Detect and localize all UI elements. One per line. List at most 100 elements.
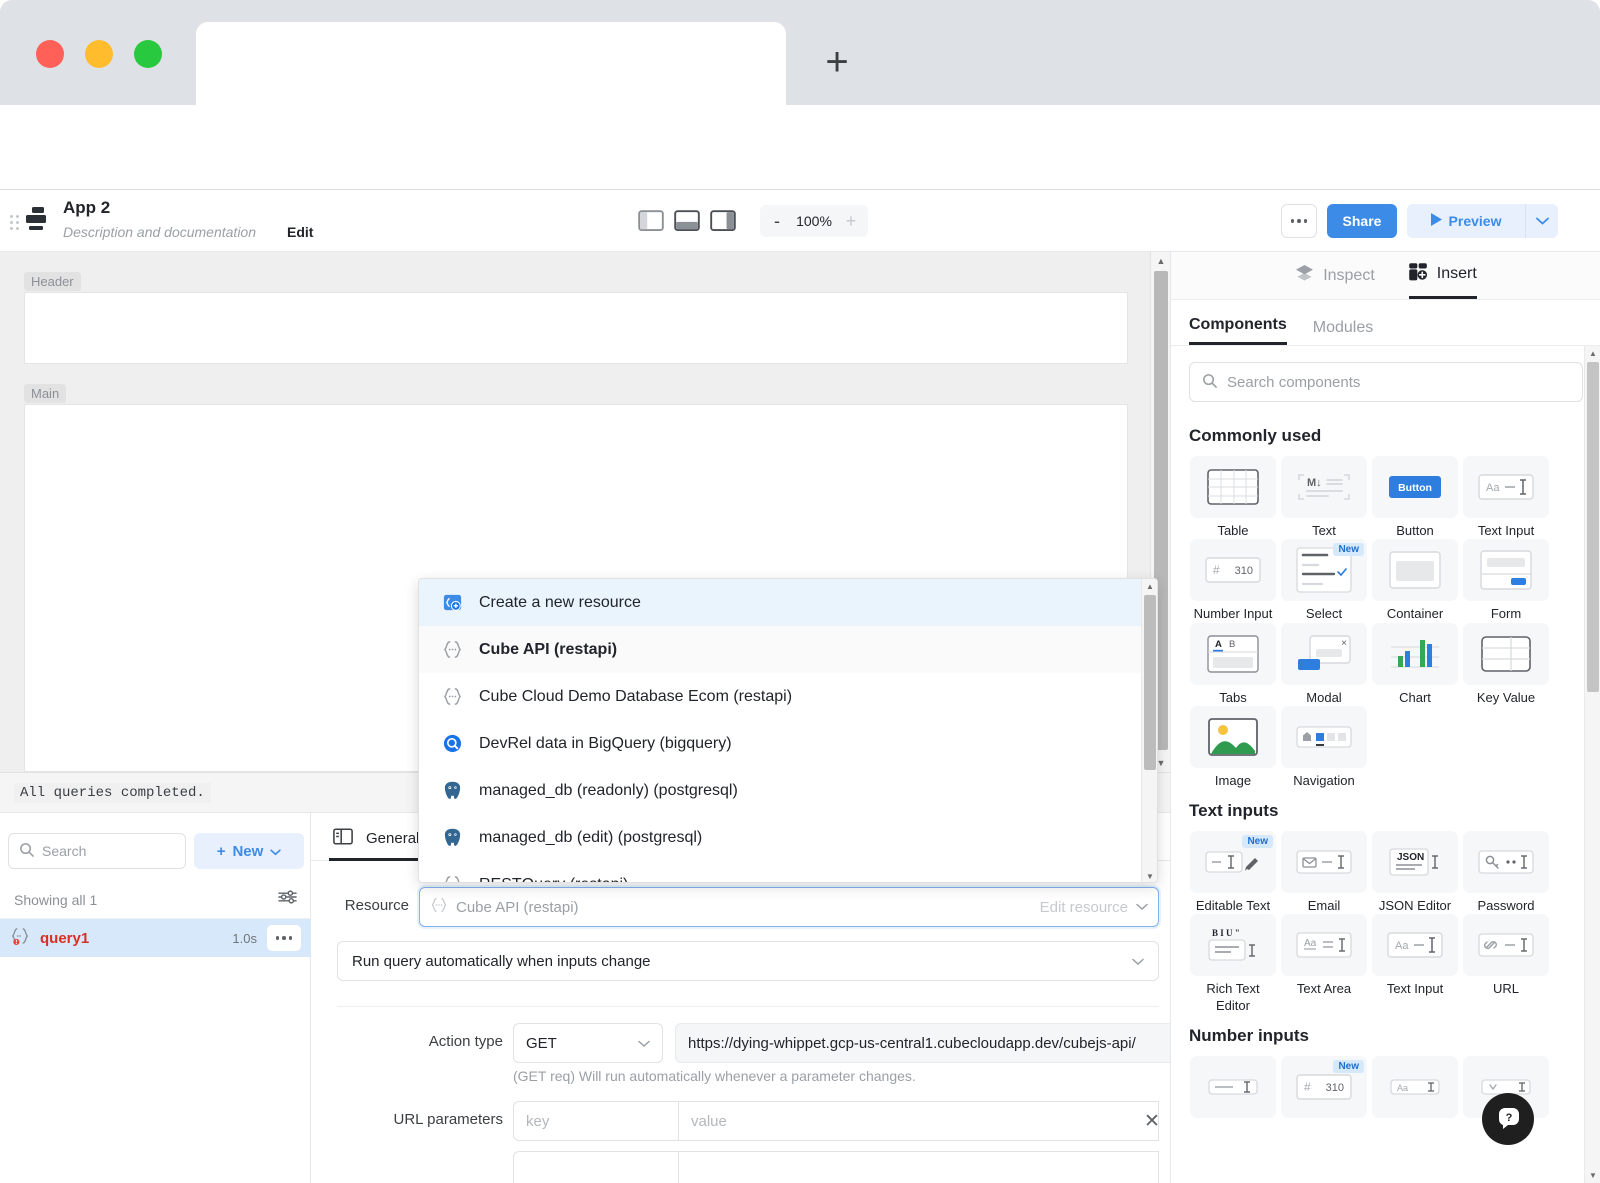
subtab-components[interactable]: Components — [1189, 316, 1287, 345]
preview-button[interactable]: Preview — [1407, 204, 1525, 238]
page-title: App 2 — [63, 198, 111, 217]
scroll-up-icon[interactable]: ▲ — [1142, 579, 1157, 594]
new-badge: New — [1242, 835, 1273, 848]
browser-toolbar — [0, 105, 1600, 279]
zoom-out-button[interactable]: - — [764, 208, 790, 234]
scroll-down-icon[interactable]: ▼ — [1142, 869, 1157, 882]
edit-description-button[interactable]: Edit — [287, 224, 313, 240]
help-button[interactable]: ? — [1482, 1093, 1534, 1145]
svg-text:?: ? — [1506, 1112, 1513, 1124]
text-input-icon: Aa — [1372, 914, 1458, 977]
component-tile[interactable]: Key Value — [1462, 622, 1550, 706]
add-resource-icon — [441, 592, 463, 614]
component-tile[interactable]: B I U " Rich Text Editor — [1189, 914, 1277, 1014]
edit-resource-button[interactable]: Edit resource — [1040, 899, 1128, 916]
zoom-in-button[interactable]: + — [838, 208, 864, 234]
container-icon — [1372, 539, 1458, 602]
inspector-scrollbar[interactable]: ▲ ▼ — [1584, 346, 1600, 1183]
component-tile[interactable]: URL — [1462, 914, 1550, 1014]
select-icon: New — [1281, 539, 1367, 602]
component-tile-label: Password — [1477, 898, 1535, 913]
resource-dropdown-menu[interactable]: Create a new resource Cube API (restapi) C… — [418, 578, 1158, 883]
close-window-button[interactable] — [36, 40, 64, 68]
component-tile[interactable]: #310 Number Input — [1189, 539, 1277, 622]
new-query-button[interactable]: + New — [194, 833, 304, 869]
new-tab-button[interactable]: + — [815, 42, 859, 86]
share-button[interactable]: Share — [1327, 204, 1397, 238]
resource-option[interactable]: DevRel data in BigQuery (bigquery) — [419, 720, 1157, 767]
search-input[interactable]: Search — [8, 833, 186, 869]
url-param-key-input[interactable]: key — [513, 1101, 679, 1141]
maximize-window-button[interactable] — [134, 40, 162, 68]
restapi-braces-icon — [441, 874, 463, 882]
component-tile[interactable]: JSON JSON Editor — [1371, 831, 1459, 914]
component-grid: New Editable Text Email JSON JSON Editor Pass… — [1189, 831, 1600, 1014]
scroll-up-icon[interactable]: ▲ — [1585, 346, 1600, 361]
url-param-value-input-2[interactable] — [679, 1151, 1159, 1183]
component-tile[interactable]: New Select — [1280, 539, 1368, 622]
query-options-button[interactable] — [267, 925, 301, 951]
request-url-input[interactable]: https://dying-whippet.gcp-us-central1.cu… — [675, 1023, 1170, 1063]
scroll-up-icon[interactable]: ▲ — [1151, 252, 1171, 270]
dropdown-scroll-thumb[interactable] — [1144, 595, 1156, 770]
component-tile[interactable]: New Editable Text — [1189, 831, 1277, 914]
component-tile[interactable]: Aa Text Area — [1280, 914, 1368, 1014]
component-tile[interactable]: #310 New — [1280, 1055, 1368, 1123]
dropdown-scrollbar[interactable]: ▲ ▼ — [1141, 579, 1157, 882]
resource-option[interactable]: Cube API (restapi) — [419, 626, 1157, 673]
component-tile[interactable]: Navigation — [1280, 705, 1368, 789]
resource-option[interactable]: managed_db (readonly) (postgresql) — [419, 767, 1157, 814]
component-tile[interactable]: M↓ Text — [1280, 456, 1368, 539]
chevron-down-icon[interactable] — [1136, 898, 1148, 916]
resource-select[interactable]: Cube API (restapi) Edit resource — [419, 887, 1159, 927]
component-tile[interactable]: Container — [1371, 539, 1459, 622]
subtab-modules[interactable]: Modules — [1313, 319, 1373, 345]
header-section-box[interactable] — [24, 292, 1128, 364]
new-badge: New — [1333, 1059, 1364, 1073]
component-tile[interactable]: Password — [1462, 831, 1550, 914]
scroll-down-icon[interactable]: ▼ — [1585, 1168, 1600, 1183]
tab-inspect[interactable]: Inspect — [1295, 253, 1375, 299]
component-search-placeholder: Search components — [1227, 373, 1361, 391]
right-panel-toggle-icon[interactable] — [710, 208, 736, 234]
action-type-select[interactable]: GET — [513, 1023, 663, 1063]
component-tile[interactable]: Button Button — [1371, 456, 1459, 539]
inspector-scroll-thumb[interactable] — [1587, 362, 1599, 692]
component-tile[interactable]: Aa — [1371, 1055, 1459, 1123]
component-tile[interactable]: × Modal — [1280, 622, 1368, 706]
app-description: Description and documentation — [63, 224, 257, 240]
component-tile[interactable]: Chart — [1371, 622, 1459, 706]
component-tile[interactable] — [1189, 1055, 1277, 1123]
url-param-key-input-2[interactable] — [513, 1151, 679, 1183]
resource-option[interactable]: RESTQuery (restapi) — [419, 861, 1157, 882]
run-mode-select[interactable]: Run query automatically when inputs chan… — [337, 941, 1159, 981]
more-options-button[interactable] — [1281, 204, 1317, 238]
component-tile[interactable]: Email — [1280, 831, 1368, 914]
preview-dropdown-button[interactable] — [1525, 204, 1558, 238]
component-tile[interactable]: Table — [1189, 456, 1277, 539]
minimize-window-button[interactable] — [85, 40, 113, 68]
resource-option[interactable]: Create a new resource — [419, 579, 1157, 626]
resource-option[interactable]: managed_db (edit) (postgresql) — [419, 814, 1157, 861]
remove-param-icon[interactable]: ✕ — [1135, 1101, 1169, 1141]
drag-handle-icon[interactable] — [10, 212, 19, 232]
resource-option[interactable]: Cube Cloud Demo Database Ecom (restapi) — [419, 673, 1157, 720]
bottom-panel-toggle-icon[interactable] — [674, 208, 700, 234]
component-tile[interactable]: Aa Text Input — [1462, 456, 1550, 539]
url-param-value-input[interactable]: value — [679, 1101, 1159, 1141]
component-tile-label: Modal — [1306, 689, 1342, 705]
component-search-input[interactable]: Search components — [1189, 362, 1583, 402]
query-list-item[interactable]: query1 1.0s — [0, 919, 311, 957]
component-tile[interactable]: A B Tabs — [1189, 622, 1277, 706]
component-tile[interactable]: Image — [1189, 705, 1277, 789]
left-panel-toggle-icon[interactable] — [638, 208, 664, 234]
component-group-title: Text inputs — [1189, 801, 1279, 820]
browser-tab[interactable] — [196, 22, 786, 105]
request-url-value: https://dying-whippet.gcp-us-central1.cu… — [688, 1034, 1136, 1052]
filter-sliders-icon[interactable] — [278, 889, 297, 910]
component-tile[interactable]: Form — [1462, 539, 1550, 622]
tab-general[interactable]: General — [329, 819, 424, 861]
component-tile[interactable]: Aa Text Input — [1371, 914, 1459, 1014]
tab-insert[interactable]: Insert — [1408, 253, 1477, 299]
app-logo-icon[interactable] — [22, 207, 50, 233]
